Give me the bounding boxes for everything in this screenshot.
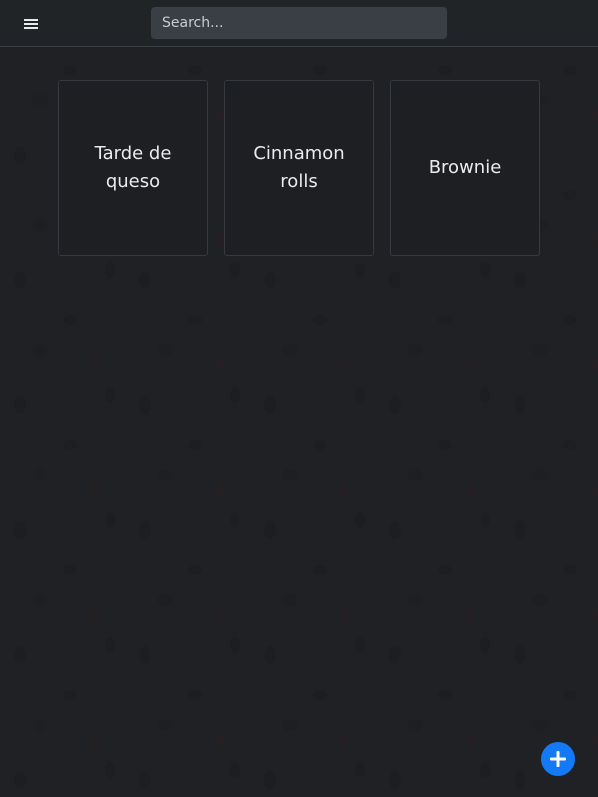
recipe-card-list: Tarde de queso Cinnamon rolls Brownie <box>58 80 540 256</box>
search-input[interactable] <box>151 7 447 39</box>
hamburger-menu-icon <box>24 18 38 30</box>
top-bar <box>0 0 598 47</box>
recipe-card-title: Brownie <box>428 157 502 178</box>
recipe-card[interactable]: Tarde de queso <box>58 80 208 256</box>
recipe-card[interactable]: Brownie <box>390 80 540 256</box>
menu-button[interactable] <box>18 11 44 37</box>
plus-icon <box>549 750 567 768</box>
recipe-card[interactable]: Cinnamon rolls <box>224 80 374 256</box>
add-recipe-button[interactable] <box>541 742 575 776</box>
recipe-card-title: Cinnamon rolls <box>253 143 345 192</box>
recipe-card-title: Tarde de queso <box>94 143 172 192</box>
